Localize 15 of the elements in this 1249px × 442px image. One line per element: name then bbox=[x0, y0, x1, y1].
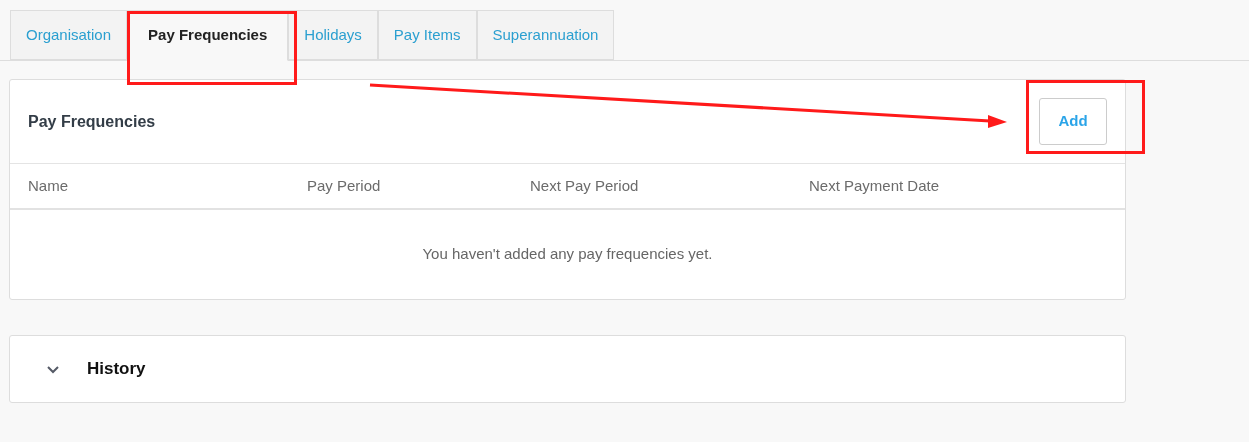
history-panel[interactable]: History bbox=[9, 335, 1126, 403]
add-button[interactable]: Add bbox=[1039, 98, 1107, 145]
history-title: History bbox=[87, 358, 146, 381]
chevron-icon bbox=[46, 364, 60, 374]
column-header: Next Pay Period bbox=[530, 177, 639, 194]
column-header: Next Payment Date bbox=[809, 177, 940, 194]
panel-title: Pay Frequencies bbox=[28, 111, 156, 132]
column-header: Name bbox=[28, 177, 68, 194]
tab[interactable]: Pay Frequencies bbox=[127, 10, 289, 61]
tab[interactable]: Holidays bbox=[288, 10, 378, 60]
empty-message: You haven't added any pay frequencies yet. bbox=[422, 244, 713, 265]
tab[interactable]: Organisation bbox=[10, 10, 128, 60]
column-header: Pay Period bbox=[307, 177, 381, 194]
tab[interactable]: Pay Items bbox=[377, 10, 477, 60]
tab[interactable]: Superannuation bbox=[476, 10, 615, 60]
